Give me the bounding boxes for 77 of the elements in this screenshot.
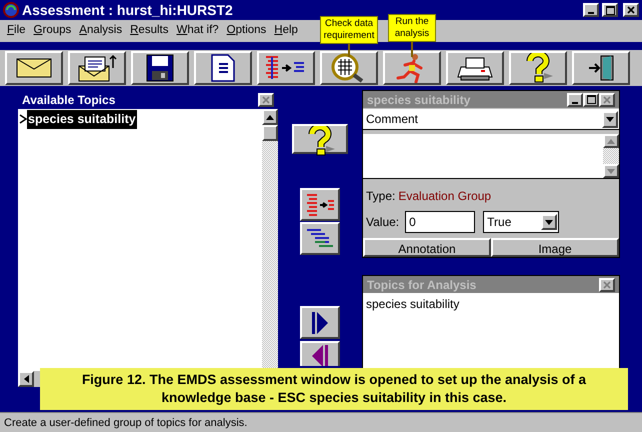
maximize-icon bbox=[606, 6, 614, 14]
minimize-icon bbox=[572, 102, 578, 104]
down-arrow-icon bbox=[607, 168, 615, 174]
document-icon bbox=[211, 54, 235, 82]
help-button[interactable] bbox=[292, 124, 348, 154]
section-dropdown[interactable]: Comment bbox=[363, 109, 619, 130]
minimize-icon bbox=[588, 12, 594, 14]
value-label: Value: bbox=[366, 214, 400, 231]
close-button[interactable] bbox=[623, 3, 639, 17]
scroll-up-button[interactable] bbox=[603, 134, 619, 148]
menu-item[interactable]: Options bbox=[222, 22, 270, 40]
left-arrow-icon bbox=[24, 375, 28, 383]
tooltip: Check data requirement bbox=[320, 16, 378, 44]
panel-title: Available Topics bbox=[22, 92, 116, 108]
menu-item[interactable]: File bbox=[3, 22, 30, 40]
add-button[interactable] bbox=[300, 306, 340, 339]
toolbar-button[interactable] bbox=[5, 51, 63, 85]
window-title: Assessment : hurst_hi:HURST2 bbox=[22, 0, 234, 20]
scroll-thumb[interactable] bbox=[262, 125, 278, 141]
choice-dropdown[interactable]: True bbox=[483, 211, 560, 233]
tooltip: Run the analysis bbox=[388, 14, 436, 42]
toolbar-button[interactable] bbox=[131, 51, 189, 85]
close-icon bbox=[262, 96, 270, 104]
dropdown-button[interactable] bbox=[541, 214, 558, 230]
scroll-left-button[interactable] bbox=[18, 371, 34, 387]
mail-send-icon bbox=[77, 54, 117, 82]
figure-caption: Figure 12. The EMDS assessment window is opened to set up the analysis of a knowledge base - ESC species suitability in this case. bbox=[40, 368, 628, 410]
minimize-button[interactable] bbox=[583, 3, 599, 17]
minimize-button[interactable] bbox=[567, 92, 583, 106]
envelope-icon bbox=[16, 58, 52, 78]
panel-title: Topics for Analysis bbox=[367, 276, 478, 294]
toolbar-button[interactable] bbox=[320, 51, 378, 85]
dropdown-arrow-icon bbox=[606, 116, 614, 122]
tab-button[interactable]: Annotation bbox=[363, 238, 491, 257]
right-triangle-icon bbox=[310, 310, 330, 336]
value-input[interactable]: 0 bbox=[405, 211, 476, 233]
scroll-down-button[interactable] bbox=[603, 164, 619, 178]
menu-item[interactable]: What if? bbox=[172, 22, 223, 40]
close-icon bbox=[603, 96, 611, 104]
dropdown-arrow-icon bbox=[545, 220, 554, 224]
menu-item[interactable]: Results bbox=[126, 22, 172, 40]
type-label: Type: bbox=[366, 188, 396, 205]
close-button[interactable] bbox=[599, 278, 615, 292]
add-topic-button[interactable] bbox=[300, 188, 340, 221]
maximize-icon bbox=[586, 95, 596, 104]
topic-item[interactable]: species suitability bbox=[363, 293, 619, 313]
maximize-button[interactable] bbox=[602, 3, 618, 17]
up-arrow-icon bbox=[266, 114, 274, 120]
close-icon bbox=[627, 6, 635, 14]
scroll-up-button[interactable] bbox=[262, 109, 278, 125]
left-triangle-icon bbox=[310, 343, 330, 366]
panel-title: species suitability bbox=[367, 92, 472, 108]
close-icon bbox=[603, 280, 611, 288]
close-button[interactable] bbox=[599, 92, 615, 106]
toolbar-button[interactable] bbox=[446, 51, 504, 85]
maximize-button[interactable] bbox=[583, 92, 599, 106]
toolbar-button[interactable] bbox=[257, 51, 315, 85]
type-value: Evaluation Group bbox=[398, 188, 492, 205]
tab-button[interactable]: Image bbox=[491, 238, 619, 257]
group-topics-button[interactable] bbox=[300, 222, 340, 255]
topic-item[interactable]: species suitability bbox=[27, 110, 137, 129]
printer-icon bbox=[457, 55, 493, 81]
toolbar-button[interactable] bbox=[194, 51, 252, 85]
move-lines-icon bbox=[305, 192, 335, 216]
menu-item[interactable]: Help bbox=[270, 22, 302, 40]
toolbar-button[interactable] bbox=[509, 51, 567, 85]
menu-item[interactable]: Groups bbox=[30, 22, 76, 40]
toolbar-button[interactable] bbox=[68, 51, 126, 85]
toolbar-button[interactable] bbox=[572, 51, 630, 85]
globe-icon bbox=[3, 2, 19, 18]
close-button[interactable] bbox=[258, 92, 274, 106]
status-bar: Create a user-defined group of topics for analysis. bbox=[0, 412, 642, 432]
menu-item[interactable]: Analysis bbox=[75, 22, 126, 40]
dropdown-button[interactable] bbox=[602, 110, 618, 128]
up-arrow-icon bbox=[607, 138, 615, 144]
remove-button[interactable] bbox=[300, 341, 340, 366]
toolbar-button[interactable] bbox=[383, 51, 441, 85]
